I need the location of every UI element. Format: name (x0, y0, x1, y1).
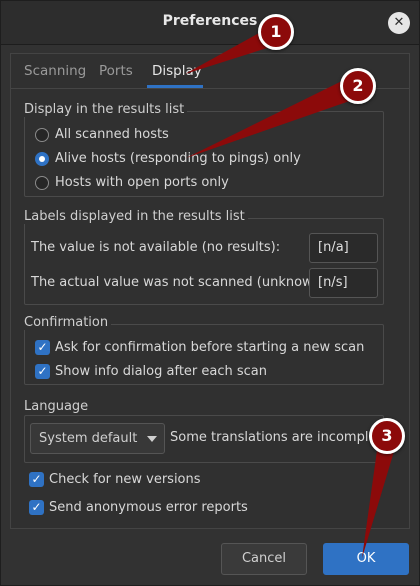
display-group-title: Display in the results list (23, 102, 188, 117)
ask-confirmation-checkbox[interactable]: ✓ (35, 340, 50, 355)
tab-display[interactable]: Display (152, 57, 202, 87)
tab-scanning[interactable]: Scanning (24, 57, 86, 87)
language-group-title: Language (23, 399, 92, 414)
check-versions-checkbox[interactable]: ✓ (29, 472, 44, 487)
check-icon: ✓ (31, 472, 42, 486)
cancel-button[interactable]: Cancel (221, 543, 307, 575)
error-reports-checkbox[interactable]: ✓ (29, 500, 44, 515)
close-icon[interactable]: ✕ (388, 12, 410, 34)
radio-open-ports-label[interactable]: Hosts with open ports only (55, 175, 229, 190)
radio-all-hosts-label[interactable]: All scanned hosts (55, 127, 169, 142)
radio-open-ports[interactable] (35, 176, 49, 190)
check-versions-label[interactable]: Check for new versions (49, 472, 201, 487)
show-info-label[interactable]: Show info dialog after each scan (55, 364, 267, 379)
language-select-value: System default (39, 431, 138, 446)
confirmation-group-title: Confirmation (23, 315, 112, 330)
not-scanned-label: The actual value was not scanned (unknow… (31, 275, 331, 290)
check-icon: ✓ (37, 340, 48, 354)
annotation-badge-1: 1 (258, 14, 294, 50)
ok-button[interactable]: OK (323, 543, 409, 575)
tab-ports[interactable]: Ports (99, 57, 133, 87)
language-select[interactable]: System default (30, 423, 165, 454)
check-icon: ✓ (31, 500, 42, 514)
radio-alive-hosts[interactable] (35, 152, 49, 166)
show-info-checkbox[interactable]: ✓ (35, 364, 50, 379)
title-bar[interactable]: Preferences ✕ (1, 1, 419, 45)
annotation-badge-2: 2 (340, 68, 376, 104)
check-icon: ✓ (37, 364, 48, 378)
not-scanned-field[interactable]: [n/s] (309, 268, 378, 298)
annotation-badge-3: 3 (369, 418, 405, 454)
window-title: Preferences (162, 13, 258, 29)
not-available-label: The value is not available (no results): (31, 240, 281, 255)
labels-group-title: Labels displayed in the results list (23, 209, 248, 224)
chevron-down-icon (147, 436, 157, 442)
translations-note: Some translations are incomplete (170, 430, 375, 445)
radio-all-hosts[interactable] (35, 128, 49, 142)
not-available-field[interactable]: [n/a] (309, 233, 378, 263)
error-reports-label[interactable]: Send anonymous error reports (49, 500, 248, 515)
radio-alive-hosts-label[interactable]: Alive hosts (responding to pings) only (55, 151, 301, 166)
ask-confirmation-label[interactable]: Ask for confirmation before starting a n… (55, 340, 364, 355)
